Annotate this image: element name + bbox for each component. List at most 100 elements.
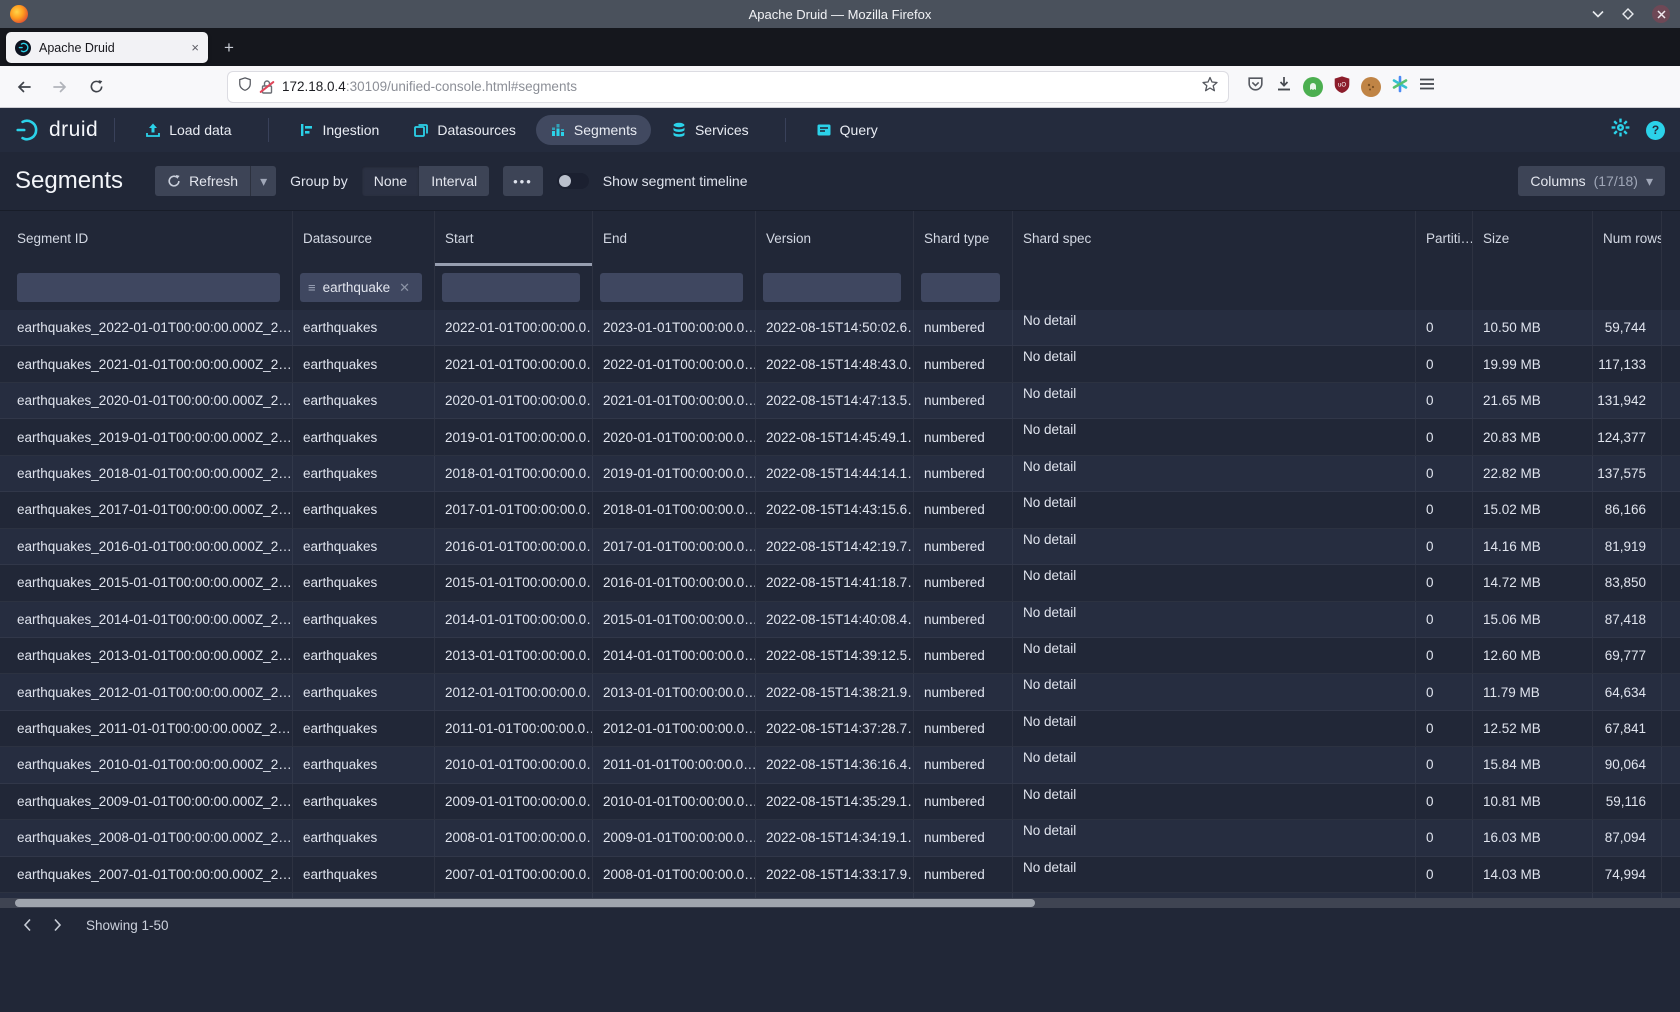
cell-size: 10.50 MB [1473,310,1593,345]
column-header[interactable]: Start [435,211,593,266]
datasource-filter-tag: earthquake [323,280,391,295]
group-by-none-button[interactable]: None [362,166,419,196]
group-by-interval-button[interactable]: Interval [419,166,489,196]
downloads-icon[interactable] [1275,75,1293,98]
cell-segment-id[interactable]: earthquakes_2019-01-01T00:00:00.000Z_2… [0,419,293,454]
cell-start: 2015-01-01T00:00:00.0… [435,565,593,600]
cell-segment-id[interactable]: earthquakes_2015-01-01T00:00:00.000Z_2… [0,565,293,600]
menu-hamburger-icon[interactable] [1419,77,1435,96]
cell-start: 2016-01-01T00:00:00.0… [435,529,593,564]
cell-shard-spec: No detail [1013,820,1416,855]
upload-icon [145,122,161,138]
cell-segment-id[interactable]: earthquakes_2007-01-01T00:00:00.000Z_2… [0,857,293,892]
window-titlebar: Apache Druid — Mozilla Firefox [0,0,1680,28]
cell-num-rows: 59,116 [1593,784,1662,819]
column-header[interactable]: Shard spec [1013,211,1416,266]
url-bar[interactable]: 172.18.0.4:30109/unified-console.html#se… [228,72,1228,102]
remove-filter-icon[interactable]: ✕ [399,280,410,296]
cell-segment-id[interactable]: earthquakes_2016-01-01T00:00:00.000Z_2… [0,529,293,564]
cell-segment-id[interactable]: earthquakes_2011-01-01T00:00:00.000Z_2… [0,711,293,746]
next-page-icon[interactable] [44,912,70,938]
end-filter-input[interactable] [600,273,743,302]
cell-segment-id[interactable]: earthquakes_2022-01-01T00:00:00.000Z_2… [0,310,293,345]
tracking-shield-icon[interactable] [238,76,252,97]
cell-partition: 0 [1416,747,1473,782]
version-filter-input[interactable] [763,273,901,302]
cell-num-rows: 131,942 [1593,383,1662,418]
tab-title: Apache Druid [39,41,183,55]
cell-segment-id[interactable]: earthquakes_2021-01-01T00:00:00.000Z_2… [0,346,293,381]
table-row: earthquakes_2019-01-01T00:00:00.000Z_2…e… [0,419,1680,455]
druid-favicon-icon [15,40,31,56]
back-icon[interactable] [8,72,40,102]
segment-timeline-toggle[interactable] [557,173,589,189]
cell-end: 2008-01-01T00:00:00.0… [593,857,756,892]
refresh-caret-button[interactable]: ▾ [250,166,276,196]
column-header[interactable]: End [593,211,756,266]
browser-tab[interactable]: Apache Druid × [6,32,208,63]
cell-end: 2010-01-01T00:00:00.0… [593,784,756,819]
bookmark-star-icon[interactable] [1202,76,1218,97]
cell-segment-id[interactable]: earthquakes_2018-01-01T00:00:00.000Z_2… [0,456,293,491]
cell-version: 2022-08-15T14:40:08.4… [756,602,914,637]
nav-item-load-data[interactable]: Load data [131,115,245,145]
column-header[interactable]: Segment ID [0,211,293,266]
cell-size: 19.99 MB [1473,346,1593,381]
ublock-shield-icon[interactable]: uO [1333,75,1351,99]
cell-segment-id[interactable]: earthquakes_2010-01-01T00:00:00.000Z_2… [0,747,293,782]
reload-icon[interactable] [80,72,112,102]
column-header[interactable]: Datasource [293,211,435,266]
nav-item-query[interactable]: Query [802,115,892,145]
column-header[interactable]: Version [756,211,914,266]
previous-page-icon[interactable] [14,912,40,938]
nav-item-services[interactable]: Services [657,115,763,145]
columns-button[interactable]: Columns (17/18) ▾ [1518,166,1665,196]
cell-shard-type: numbered [914,419,1013,454]
window-minimize-icon[interactable] [1592,10,1604,18]
cell-partition: 0 [1416,784,1473,819]
cell-segment-id[interactable]: earthquakes_2013-01-01T00:00:00.000Z_2… [0,638,293,673]
nav-item-ingestion[interactable]: Ingestion [285,115,394,145]
window-maximize-icon[interactable] [1622,8,1634,20]
forward-icon[interactable] [44,72,76,102]
cell-segment-id[interactable]: earthquakes_2009-01-01T00:00:00.000Z_2… [0,784,293,819]
cell-partition: 0 [1416,529,1473,564]
refresh-button[interactable]: Refresh [155,166,250,196]
column-header[interactable]: Partiti… [1416,211,1473,266]
column-header[interactable]: Size [1473,211,1593,266]
tab-close-icon[interactable]: × [191,40,199,55]
datasource-filter-input[interactable]: ≡ earthquake ✕ [300,273,422,302]
cell-size: 20.83 MB [1473,419,1593,454]
cell-segment-id[interactable]: earthquakes_2014-01-01T00:00:00.000Z_2… [0,602,293,637]
window-close-icon[interactable] [1652,5,1670,23]
cell-segment-id[interactable]: earthquakes_2020-01-01T00:00:00.000Z_2… [0,383,293,418]
horizontal-scrollbar[interactable] [0,898,1680,908]
new-tab-button[interactable]: + [214,33,244,63]
insecure-lock-icon[interactable] [260,79,274,95]
start-filter-input[interactable] [442,273,580,302]
column-header[interactable]: Shard type [914,211,1013,266]
cell-segment-id[interactable]: earthquakes_2012-01-01T00:00:00.000Z_2… [0,674,293,709]
cell-start: 2021-01-01T00:00:00.0… [435,346,593,381]
extension-green-icon[interactable] [1303,77,1323,97]
cell-segment-id[interactable]: earthquakes_2008-01-01T00:00:00.000Z_2… [0,820,293,855]
cell-size: 11.79 MB [1473,674,1593,709]
settings-gear-icon[interactable] [1611,118,1630,142]
cookie-extension-icon[interactable] [1361,77,1381,97]
table-row: earthquakes_2008-01-01T00:00:00.000Z_2…e… [0,820,1680,856]
extension-asterisk-icon[interactable] [1391,75,1409,98]
shard-type-filter-input[interactable] [921,273,1000,302]
more-options-button[interactable]: ••• [503,166,543,196]
nav-item-datasources[interactable]: Datasources [399,115,530,145]
druid-brand[interactable]: druid [15,117,98,143]
cell-segment-id[interactable]: earthquakes_2017-01-01T00:00:00.000Z_2… [0,492,293,527]
help-icon[interactable]: ? [1646,121,1665,140]
scrollbar-thumb[interactable] [15,899,1035,907]
nav-item-segments[interactable]: Segments [536,115,651,145]
cell-shard-spec: No detail [1013,419,1416,454]
pocket-icon[interactable] [1246,75,1265,99]
cell-num-rows: 81,919 [1593,529,1662,564]
column-header[interactable]: Num rows [1593,211,1662,266]
cell-datasource: earthquakes [293,638,435,673]
segment-id-filter-input[interactable] [17,273,280,302]
